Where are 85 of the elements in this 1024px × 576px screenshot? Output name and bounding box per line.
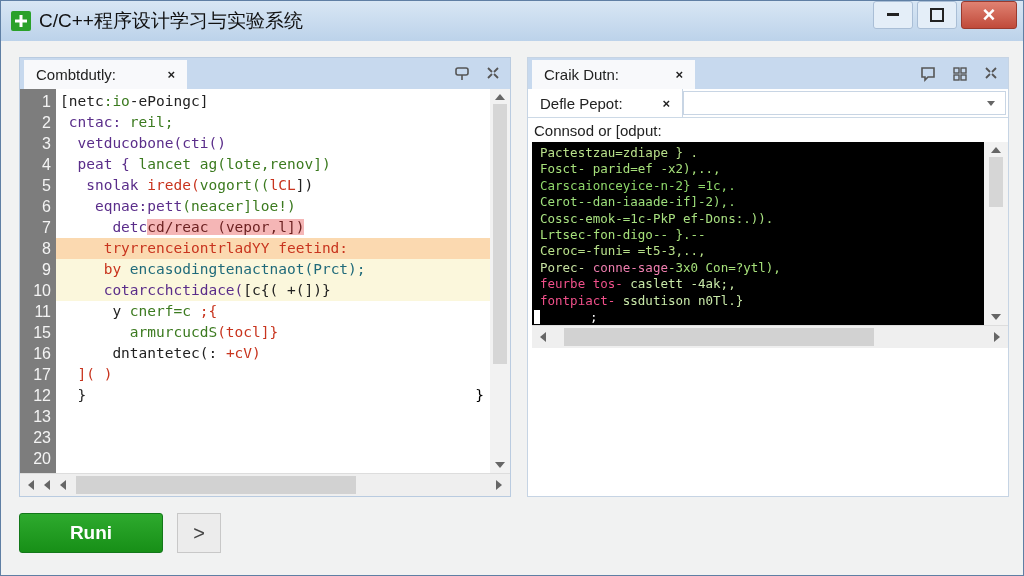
line-number: 12 <box>32 386 52 406</box>
line-number: 6 <box>41 197 52 217</box>
line-number: 4 <box>41 155 52 175</box>
horizontal-scrollbar[interactable] <box>532 325 1008 348</box>
down-arrow-icon[interactable] <box>991 314 1001 320</box>
code-line: detccd/reac (vepor,l]) <box>111 218 305 237</box>
code-line: peat { lancet ag(lote,renov]) <box>76 155 331 174</box>
console-line: Ceroc=-funi= =t5-3,.., <box>540 243 706 260</box>
code-line: } <box>76 386 87 405</box>
line-number: 3 <box>41 134 52 154</box>
right-arrow-icon[interactable] <box>496 480 502 490</box>
run-button[interactable]: Runi <box>19 513 163 553</box>
subtab[interactable]: Defle Pepot: × <box>528 89 683 117</box>
tab-label: Craik Dutn: <box>544 66 620 83</box>
line-number: 9 <box>41 260 52 280</box>
collapse-icon[interactable] <box>486 65 500 80</box>
code-line: vetducobone(cti() <box>76 134 226 153</box>
code-line: cotarcchctidace([c{( +(])} <box>102 281 331 300</box>
maximize-icon <box>930 8 944 22</box>
left-arrow-icon[interactable] <box>540 332 546 342</box>
line-number: 5 <box>41 176 52 196</box>
tab-close[interactable]: × <box>167 67 175 82</box>
console-line: Porec- conne-sage-3x0 Con=?ytl), <box>540 259 781 277</box>
close-button[interactable]: × <box>961 1 1017 29</box>
console-line: Carscaionceyice-n-2} =1c,. <box>540 177 736 195</box>
right-arrow-icon[interactable] <box>994 332 1000 342</box>
line-number: 2 <box>41 113 52 133</box>
line-number: 17 <box>32 365 52 385</box>
down-arrow-icon[interactable] <box>495 462 505 468</box>
pin-icon[interactable] <box>454 65 470 82</box>
output-tab[interactable]: Craik Dutn: × <box>532 60 695 89</box>
line-number: 11 <box>33 302 52 322</box>
caret-icon <box>987 100 995 106</box>
editor-tab[interactable]: Combtdutly: × <box>24 60 187 89</box>
vertical-scrollbar[interactable] <box>984 142 1008 325</box>
collapse-icon[interactable] <box>984 65 998 80</box>
line-number: 10 <box>32 281 52 301</box>
tab-label: Combtdutly: <box>36 66 117 83</box>
closing-brace: } <box>475 386 485 405</box>
scrollbar-thumb[interactable] <box>493 104 507 364</box>
console-line: feurbe tos- caslett -4ak;, <box>540 276 736 293</box>
code-line: eqnae:pett(neacer]loe!) <box>93 197 296 216</box>
code-line: [netc:io-ePoingc] <box>60 92 209 111</box>
up-arrow-icon[interactable] <box>991 147 1001 153</box>
code-line: tryrrenceiontrladYY feetind: <box>102 239 349 258</box>
line-number: 16 <box>32 344 52 364</box>
code-line: cntac: reil; <box>67 113 174 132</box>
console-line: Fosct- parid=ef -x2),.., <box>540 161 721 178</box>
line-number: 23 <box>32 428 52 448</box>
console-line: ; <box>590 308 598 326</box>
plus-icon <box>11 11 31 31</box>
console-line: Pactestzau=zdiape } . <box>540 145 699 162</box>
minimize-icon <box>887 13 899 17</box>
console-line: fontpiact- ssdutison n0Tl.} <box>540 292 744 309</box>
comment-icon[interactable] <box>920 65 936 82</box>
line-number: 7 <box>41 218 52 238</box>
code-line: snolak irede(vogort((lCL]) <box>85 176 314 195</box>
scrollbar-thumb[interactable] <box>76 476 356 494</box>
scrollbar-thumb[interactable] <box>564 328 874 346</box>
line-number: 13 <box>32 407 52 427</box>
horizontal-scrollbar[interactable] <box>20 473 510 496</box>
output-label: Connsod or [odput: <box>533 121 663 141</box>
up-arrow-icon[interactable] <box>495 94 505 100</box>
code-line: y cnerf=c ;{ <box>111 302 218 321</box>
console-line: Lrtsec-fon-digo-- }.-- <box>540 226 706 244</box>
tab-label: Defle Pepot: <box>540 94 623 112</box>
next-button[interactable]: > <box>177 513 221 553</box>
line-number: 15 <box>32 323 52 343</box>
grid-icon[interactable] <box>952 65 968 82</box>
code-line: by encasodingtenactnaot(Prct); <box>102 260 366 279</box>
maximize-button[interactable] <box>917 1 957 29</box>
code-line: armurcucdS(tocl]} <box>128 323 279 342</box>
minimize-button[interactable] <box>873 1 913 29</box>
scrollbar-thumb[interactable] <box>989 157 1003 207</box>
line-number: 20 <box>32 449 52 469</box>
code-line: dntantetec(: +cV) <box>111 344 261 363</box>
line-number: 1 <box>41 92 52 112</box>
console-line: Cerot--dan-iaaade-if]-2),. <box>540 194 736 211</box>
console-line: Cossc-emok-=1c-PkP ef-Dons:.)). <box>540 210 774 227</box>
tab-close[interactable]: × <box>675 67 683 82</box>
vertical-scrollbar[interactable] <box>490 89 510 473</box>
code-line: ]( ) <box>76 365 113 384</box>
line-number: 8 <box>41 239 52 259</box>
window-title: C/C++程序设计学习与实验系统 <box>39 9 303 33</box>
tab-close[interactable]: × <box>662 95 670 111</box>
